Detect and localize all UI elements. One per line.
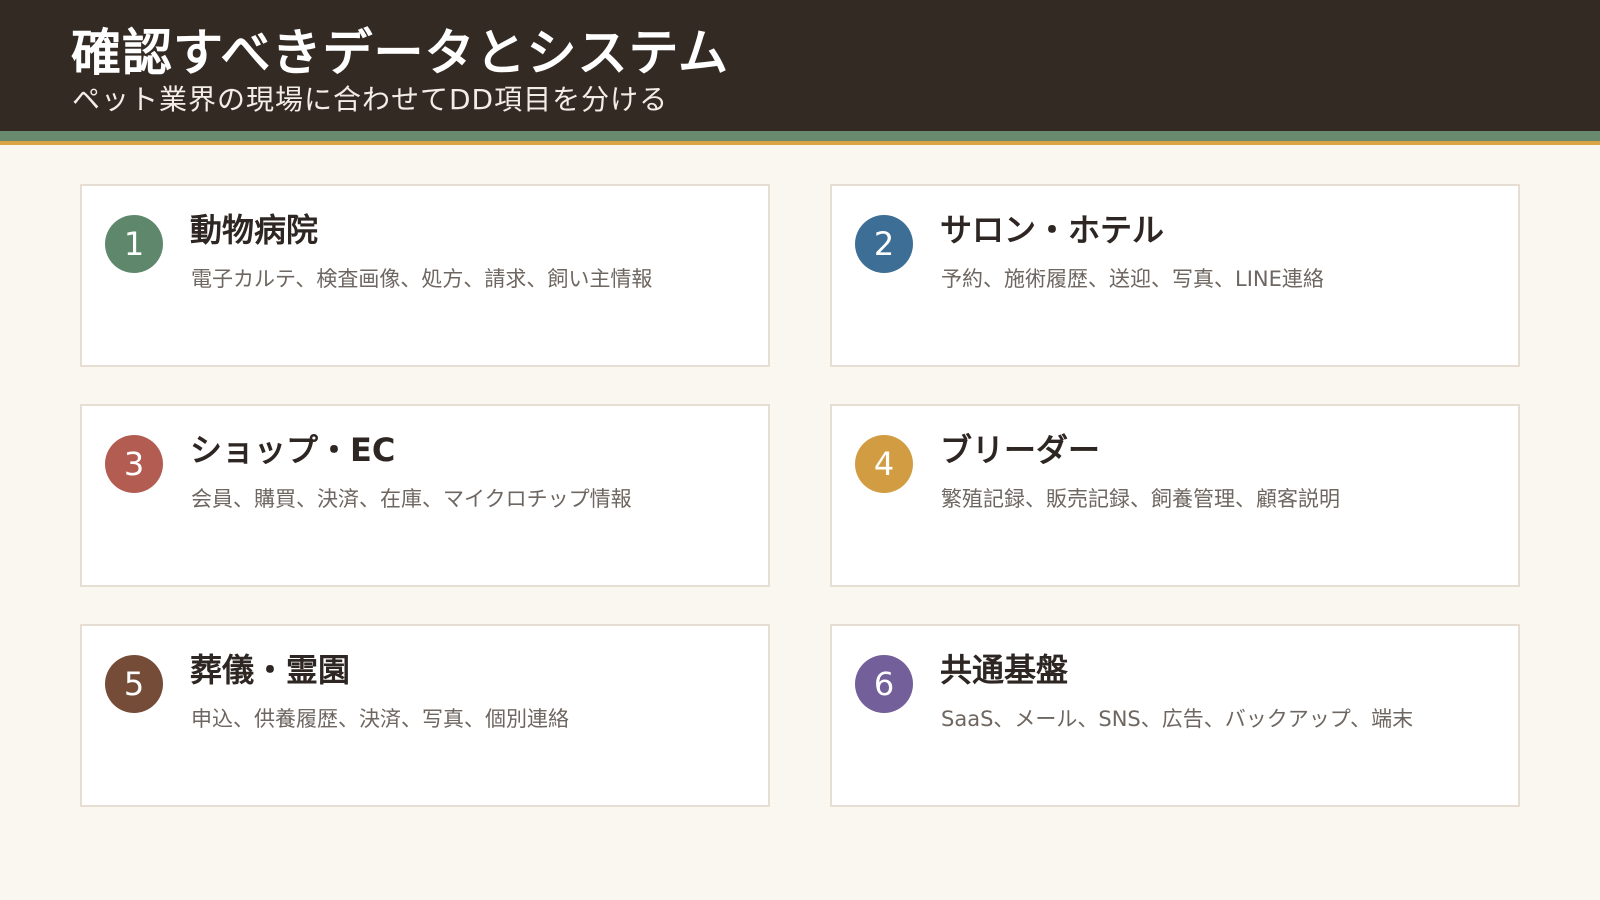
card-description: 申込、供養履歴、決済、写真、個別連絡 bbox=[191, 707, 569, 731]
header-stripe-gold bbox=[0, 141, 1600, 145]
card-shop-ec: 3 ショップ・EC 会員、購買、決済、在庫、マイクロチップ情報 bbox=[80, 404, 770, 587]
card-breeder: 4 ブリーダー 繁殖記録、販売記録、飼養管理、顧客説明 bbox=[830, 404, 1520, 587]
card-title: 共通基盤 bbox=[940, 651, 1069, 689]
card-common-infrastructure: 6 共通基盤 SaaS、メール、SNS、広告、バックアップ、端末 bbox=[830, 624, 1520, 807]
card-funeral-cemetery: 5 葬儀・霊園 申込、供養履歴、決済、写真、個別連絡 bbox=[80, 624, 770, 807]
card-number-badge: 4 bbox=[855, 435, 913, 493]
header-banner: 確認すべきデータとシステム ペット業界の現場に合わせてDD項目を分ける bbox=[0, 0, 1600, 131]
card-number-badge: 5 bbox=[105, 655, 163, 713]
card-title: ショップ・EC bbox=[190, 431, 396, 469]
card-number-badge: 6 bbox=[855, 655, 913, 713]
card-description: 会員、購買、決済、在庫、マイクロチップ情報 bbox=[191, 487, 632, 511]
card-number-badge: 3 bbox=[105, 435, 163, 493]
card-salon-hotel: 2 サロン・ホテル 予約、施術履歴、送迎、写真、LINE連絡 bbox=[830, 184, 1520, 367]
card-description: 繁殖記録、販売記録、飼養管理、顧客説明 bbox=[941, 487, 1340, 511]
card-title: 葬儀・霊園 bbox=[190, 651, 351, 689]
card-title: サロン・ホテル bbox=[940, 211, 1165, 249]
card-veterinary-hospital: 1 動物病院 電子カルテ、検査画像、処方、請求、飼い主情報 bbox=[80, 184, 770, 367]
card-number-badge: 1 bbox=[105, 215, 163, 273]
card-title: 動物病院 bbox=[190, 211, 319, 249]
header-stripe-green bbox=[0, 131, 1600, 141]
card-description: SaaS、メール、SNS、広告、バックアップ、端末 bbox=[941, 707, 1414, 731]
card-number-badge: 2 bbox=[855, 215, 913, 273]
page-title: 確認すべきデータとシステム bbox=[71, 24, 729, 82]
page-subtitle: ペット業界の現場に合わせてDD項目を分ける bbox=[72, 83, 669, 116]
card-description: 電子カルテ、検査画像、処方、請求、飼い主情報 bbox=[191, 267, 653, 291]
card-title: ブリーダー bbox=[940, 431, 1101, 469]
card-description: 予約、施術履歴、送迎、写真、LINE連絡 bbox=[941, 267, 1324, 291]
